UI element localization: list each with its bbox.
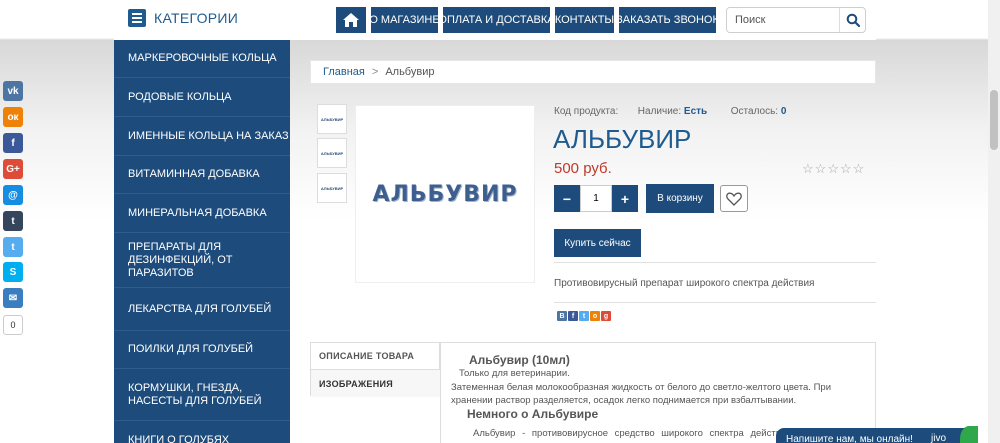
home-icon xyxy=(343,13,359,27)
social-google-plus-button[interactable]: G+ xyxy=(3,159,23,179)
scrollbar[interactable] xyxy=(988,0,1000,443)
breadcrumb-separator: > xyxy=(371,66,379,78)
sidebar-item-feeders[interactable]: КОРМУШКИ, ГНЕЗДА, НАСЕСТЫ ДЛЯ ГОЛУБЕЙ xyxy=(114,369,290,421)
category-sidebar: МАРКЕРОВОЧНЫЕ КОЛЬЦА РОДОВЫЕ КОЛЬЦА ИМЕН… xyxy=(114,40,290,443)
social-skype-button[interactable]: S xyxy=(3,262,23,282)
product-main-image[interactable]: АЛЬБУВИР xyxy=(355,105,535,283)
sidebar-item-custom-rings[interactable]: ИМЕННЫЕ КОЛЬЦА НА ЗАКАЗ xyxy=(114,117,290,156)
product-image-text: АЛЬБУВИР xyxy=(372,181,518,207)
sidebar-item-books[interactable]: КНИГИ О ГОЛУБЯХ xyxy=(114,421,290,443)
categories-label: КАТЕГОРИИ xyxy=(154,10,239,26)
thumbnail-text: АЛЬБУВИР xyxy=(320,116,344,122)
product-title: АЛЬБУВИР xyxy=(553,124,692,154)
product-tabs: ОПИСАНИЕ ТОВАРА ИЗОБРАЖЕНИЯ xyxy=(310,342,441,397)
top-bar: КАТЕГОРИИ О МАГАЗИНЕ ОПЛАТА И ДОСТАВКА К… xyxy=(114,0,876,40)
tab-description[interactable]: ОПИСАНИЕ ТОВАРА xyxy=(311,343,441,370)
rating-stars[interactable]: ☆ ☆ ☆ ☆ ☆ xyxy=(802,162,864,175)
quantity-decrease-button[interactable]: − xyxy=(554,185,580,212)
share-facebook-icon[interactable]: f xyxy=(568,311,578,321)
sidebar-item-disinfection[interactable]: ПРЕПАРАТЫ ДЛЯ ДЕЗИНФЕКЦИЙ, ОТ ПАРАЗИТОВ xyxy=(114,233,290,288)
product-code-label: Код продукта: xyxy=(554,106,619,117)
breadcrumb-home-link[interactable]: Главная xyxy=(323,66,365,78)
share-odnoklassniki-icon[interactable]: о xyxy=(590,311,600,321)
search-icon xyxy=(846,13,860,27)
social-moimir-button[interactable]: @ xyxy=(3,185,23,205)
star-icon[interactable]: ☆ xyxy=(853,162,865,175)
nav-payment-delivery[interactable]: ОПЛАТА И ДОСТАВКА xyxy=(438,7,555,33)
scrollbar-thumb[interactable] xyxy=(990,90,998,150)
product-thumbnail[interactable]: АЛЬБУВИР xyxy=(317,138,347,168)
share-google-plus-icon[interactable]: g xyxy=(601,311,611,321)
stock-label: Наличие: xyxy=(637,106,682,117)
breadcrumb: Главная > Альбувир xyxy=(310,60,876,84)
home-button[interactable] xyxy=(336,7,366,33)
chat-brand: jivo xyxy=(931,433,947,443)
chat-status-indicator xyxy=(960,426,978,443)
product-thumbnail[interactable]: АЛЬБУВИР xyxy=(317,104,347,134)
sidebar-item-medicines[interactable]: ЛЕКАРСТВА ДЛЯ ГОЛУБЕЙ xyxy=(114,288,290,331)
social-email-button[interactable]: ✉ xyxy=(3,288,23,308)
categories-toggle[interactable]: КАТЕГОРИИ xyxy=(128,9,238,27)
nav-contacts[interactable]: КОНТАКТЫ xyxy=(555,7,614,33)
thumbnail-text: АЛЬБУВИР xyxy=(320,185,344,191)
share-buttons: Вftоg xyxy=(557,311,611,321)
social-facebook-button[interactable]: f xyxy=(3,133,23,153)
divider xyxy=(554,262,876,263)
product-meta: Код продукта: Наличие: Есть Осталось: 0 xyxy=(554,106,786,117)
remaining-label: Осталось: xyxy=(730,106,779,117)
sidebar-item-drinkers[interactable]: ПОИЛКИ ДЛЯ ГОЛУБЕЙ xyxy=(114,331,290,369)
breadcrumb-current: Альбувир xyxy=(385,66,435,78)
product-price: 500 руб. xyxy=(554,160,612,177)
wishlist-button[interactable] xyxy=(720,185,748,212)
nav-request-call[interactable]: ЗАКАЗАТЬ ЗВОНОК xyxy=(616,7,719,33)
description-text: Затеменная белая молокообразная жидкость… xyxy=(451,382,831,406)
social-odnoklassniki-button[interactable]: ок xyxy=(3,107,23,127)
search-input[interactable] xyxy=(727,8,839,32)
product-thumbnail[interactable]: АЛЬБУВИР xyxy=(317,173,347,203)
product-short-description: Противовирусный препарат широкого спектр… xyxy=(554,278,815,289)
star-icon[interactable]: ☆ xyxy=(815,162,827,175)
sidebar-item-vitamins[interactable]: ВИТАМИННАЯ ДОБАВКА xyxy=(114,156,290,194)
add-to-cart-button[interactable]: В корзину xyxy=(646,184,714,213)
quantity-input[interactable] xyxy=(580,185,612,212)
divider xyxy=(554,302,876,303)
star-icon[interactable]: ☆ xyxy=(840,162,852,175)
share-twitter-icon[interactable]: t xyxy=(579,311,589,321)
description-heading: Альбувир (10мл) xyxy=(469,353,570,367)
share-vk-icon[interactable]: В xyxy=(557,311,567,321)
menu-icon xyxy=(128,9,146,27)
search-button[interactable] xyxy=(839,8,865,32)
share-counter: 0 xyxy=(3,315,23,335)
social-tumblr-button[interactable]: t xyxy=(3,211,23,231)
remaining-value: 0 xyxy=(780,106,787,117)
sidebar-item-minerals[interactable]: МИНЕРАЛЬНАЯ ДОБАВКА xyxy=(114,194,290,233)
chat-widget[interactable]: Напишите нам, мы онлайн! jivo xyxy=(776,426,978,443)
star-icon[interactable]: ☆ xyxy=(827,162,839,175)
quantity-increase-button[interactable]: + xyxy=(612,185,638,212)
description-text: Только для ветеринарии. xyxy=(459,368,570,379)
chat-label: Напишите нам, мы онлайн! xyxy=(786,433,913,443)
buy-now-button[interactable]: Купить сейчас xyxy=(554,229,641,257)
sidebar-item-marker-rings[interactable]: МАРКЕРОВОЧНЫЕ КОЛЬЦА xyxy=(114,40,290,78)
tab-images[interactable]: ИЗОБРАЖЕНИЯ xyxy=(311,370,441,397)
social-twitter-button[interactable]: t xyxy=(3,237,23,257)
sidebar-item-family-rings[interactable]: РОДОВЫЕ КОЛЬЦА xyxy=(114,78,290,117)
social-vk-button[interactable]: vk xyxy=(3,81,23,101)
stock-value: Есть xyxy=(683,106,708,117)
search-box xyxy=(726,7,866,33)
thumbnail-text: АЛЬБУВИР xyxy=(320,150,344,156)
star-icon[interactable]: ☆ xyxy=(802,162,814,175)
heart-icon xyxy=(726,192,742,206)
description-subheading: Немного о Альбувире xyxy=(467,407,599,421)
nav-about[interactable]: О МАГАЗИНЕ xyxy=(369,7,440,33)
